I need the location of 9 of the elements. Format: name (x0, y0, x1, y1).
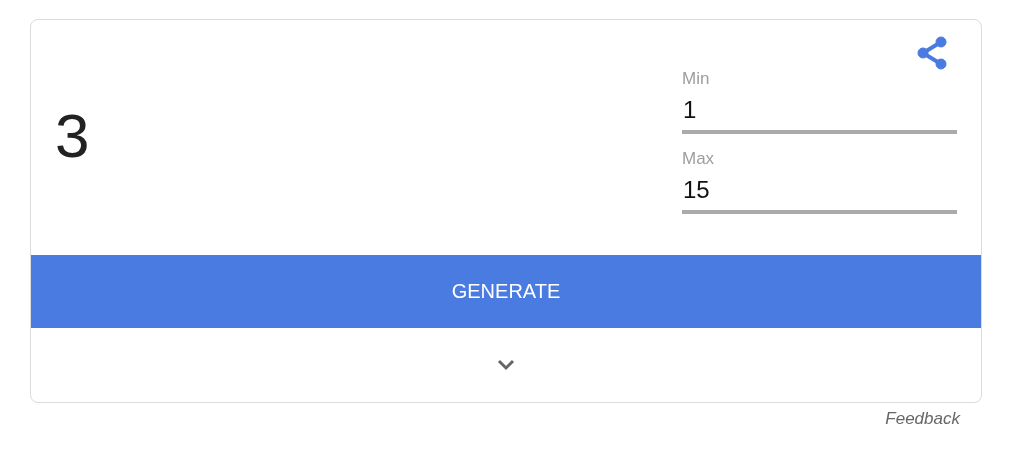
field-label: Max (682, 147, 715, 170)
share-icon[interactable] (917, 36, 947, 70)
chevron-icon[interactable] (497, 359, 515, 371)
generate-button[interactable]: GENERATE (31, 255, 981, 328)
field-label: Min (682, 67, 710, 90)
feedback-link[interactable]: Feedback (885, 409, 960, 429)
number-field[interactable]: 15 (682, 169, 957, 214)
result-number: 3 (55, 99, 91, 171)
number-field[interactable]: 1 (682, 89, 957, 134)
